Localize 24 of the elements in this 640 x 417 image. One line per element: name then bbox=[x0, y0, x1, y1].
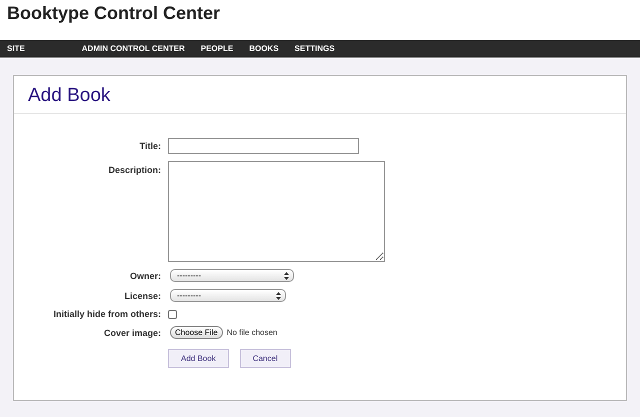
form-button[interactable]: Cancel bbox=[240, 349, 291, 368]
field-label: Owner: bbox=[128, 270, 161, 280]
title-field[interactable] bbox=[168, 138, 359, 154]
nav-link[interactable]: SITE bbox=[7, 44, 25, 53]
nav-link[interactable]: BOOKS bbox=[249, 44, 279, 53]
site-title: Booktype Control Center bbox=[7, 3, 222, 24]
field-label: Cover image: bbox=[102, 328, 161, 338]
nav-link[interactable]: SETTINGS bbox=[294, 44, 335, 53]
stepper-icon bbox=[276, 292, 281, 300]
nav-link[interactable]: PEOPLE bbox=[200, 44, 234, 53]
form-button[interactable]: Add Book bbox=[168, 349, 229, 368]
checkbox[interactable] bbox=[168, 310, 177, 318]
choose-file-button[interactable]: Choose File bbox=[170, 326, 223, 339]
dropdown[interactable]: --------- bbox=[170, 269, 294, 282]
file-status: No file chosen bbox=[226, 328, 278, 337]
nav-link[interactable]: ADMIN CONTROL CENTER bbox=[82, 44, 185, 53]
page-heading: Add Book bbox=[28, 85, 112, 107]
description-field[interactable] bbox=[168, 161, 385, 262]
dropdown[interactable]: --------- bbox=[170, 289, 286, 302]
field-label: Title: bbox=[138, 141, 161, 151]
field-label: License: bbox=[123, 290, 161, 300]
field-label: Initially hide from others: bbox=[52, 309, 161, 319]
stepper-icon bbox=[284, 272, 289, 280]
field-label: Description: bbox=[107, 164, 161, 175]
